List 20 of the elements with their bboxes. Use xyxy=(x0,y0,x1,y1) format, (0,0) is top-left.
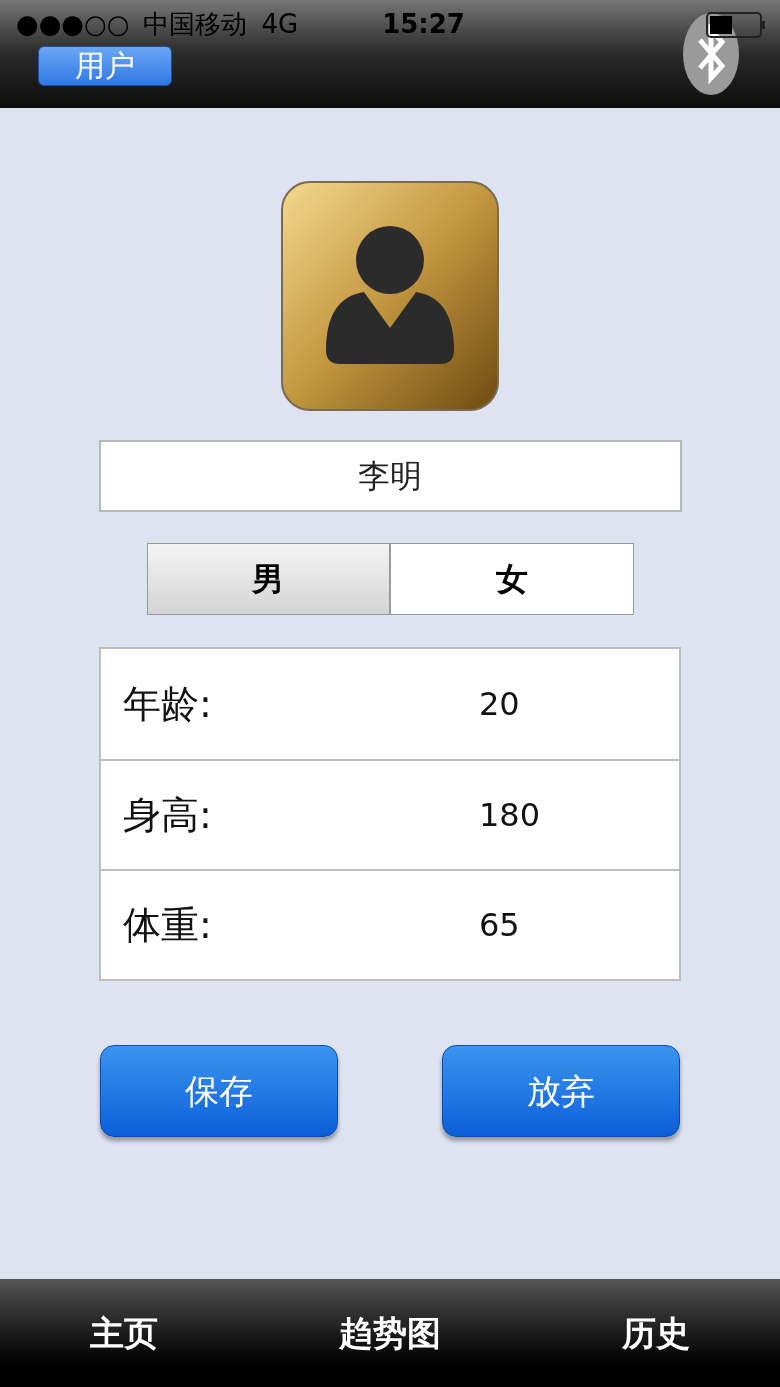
field-value[interactable]: 180 xyxy=(479,791,541,839)
gender-option[interactable]: 女 xyxy=(390,543,634,615)
gender-option[interactable]: 男 xyxy=(146,543,390,615)
status-time: 15:27 xyxy=(382,7,465,41)
action-button[interactable]: 放弃 xyxy=(442,1045,680,1137)
tab-button[interactable]: 趋势图 xyxy=(319,1307,461,1359)
field-value[interactable]: 20 xyxy=(479,680,520,728)
battery-icon xyxy=(706,12,766,38)
field-label: 身高: xyxy=(123,791,213,839)
field-label: 体重: xyxy=(123,901,213,949)
tab-button[interactable]: 历史 xyxy=(601,1307,710,1359)
name-field[interactable]: 李明 xyxy=(98,440,682,512)
field-label: 年龄: xyxy=(123,680,213,728)
action-button[interactable]: 保存 xyxy=(100,1045,338,1137)
carrier-name: 中国移动 xyxy=(143,7,248,41)
tab-button[interactable]: 主页 xyxy=(70,1307,179,1359)
network-type: 4G xyxy=(261,7,299,41)
avatar-icon xyxy=(280,180,500,412)
signal-strength: ●●●○○ xyxy=(16,7,130,41)
field-value[interactable]: 65 xyxy=(479,901,520,949)
